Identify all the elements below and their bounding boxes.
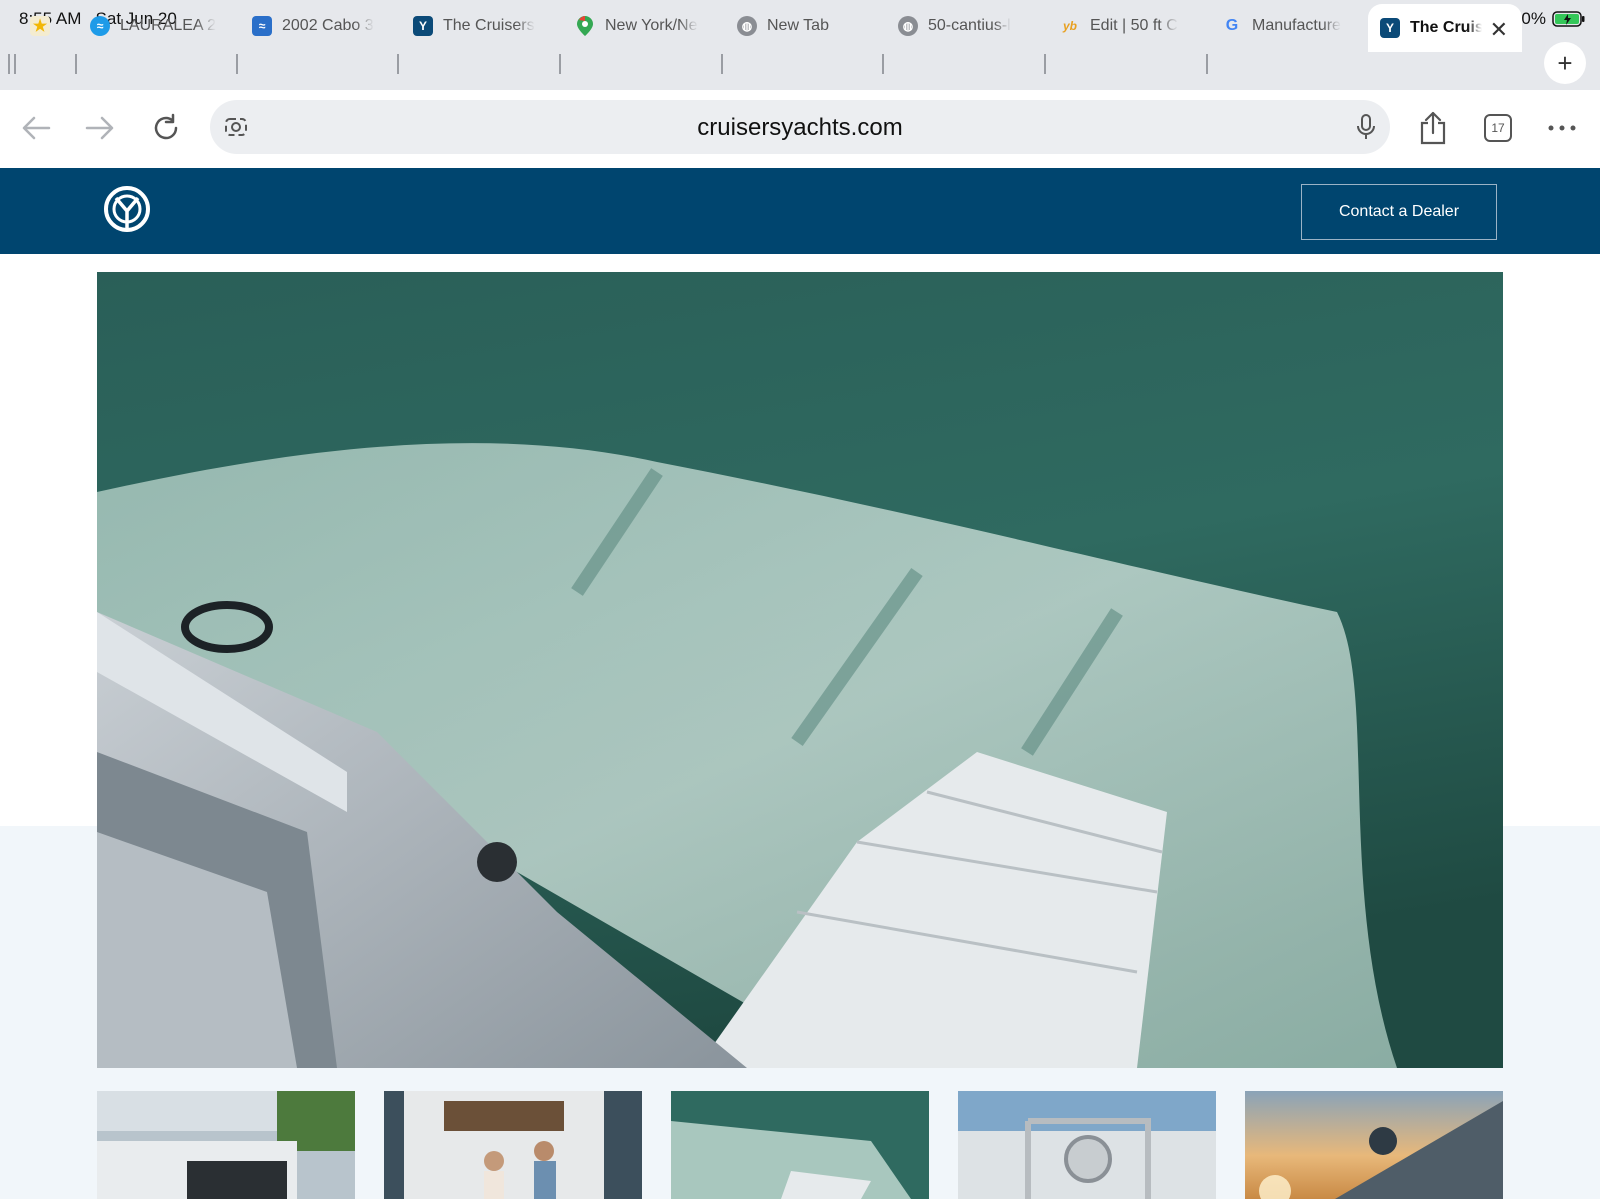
- reload-icon: [154, 113, 178, 140]
- tab-separator: [1206, 54, 1208, 74]
- tab-google[interactable]: G Manufacture: [1222, 4, 1352, 48]
- couple-on-deck-photo: [384, 1091, 642, 1199]
- forward-arrow-icon: [85, 116, 114, 140]
- tab-separator: [882, 54, 884, 74]
- boat-stern-island-photo: [97, 1091, 355, 1199]
- tab-title: New York/Ne: [605, 17, 698, 34]
- maps-pin-icon: [575, 16, 595, 36]
- tab-maps[interactable]: New York/Ne: [575, 4, 705, 48]
- swim-platform-wake-photo: [671, 1091, 929, 1199]
- globe-icon: ◍: [898, 16, 918, 36]
- tab-separator: [75, 54, 77, 74]
- forward-button[interactable]: [78, 106, 122, 150]
- browser-toolbar: cruisersyachts.com 17: [0, 90, 1600, 168]
- tab-title: New Tab: [767, 17, 829, 34]
- tab-title: The Cruisers: [443, 17, 535, 34]
- thumbnail-1[interactable]: [97, 1091, 355, 1199]
- tab-separator: [397, 54, 399, 74]
- sunset-hull-photo: [1245, 1091, 1503, 1199]
- more-menu-button[interactable]: [1540, 106, 1584, 150]
- more-dots-icon: [1548, 125, 1576, 131]
- cruisers-logo-icon: Y: [1380, 18, 1400, 38]
- tab-new-tab[interactable]: ◍ New Tab: [737, 4, 877, 48]
- reload-button[interactable]: [144, 106, 188, 150]
- bow-rail-logo-photo: [958, 1091, 1216, 1199]
- back-arrow-icon: [22, 116, 51, 140]
- share-button[interactable]: [1411, 106, 1455, 150]
- boat-swim-platform-photo: [97, 272, 1503, 1068]
- share-icon: [1420, 111, 1446, 145]
- close-tab-icon[interactable]: ✕: [1490, 17, 1508, 43]
- battery-charging-icon: [1552, 11, 1585, 27]
- google-icon: G: [1225, 17, 1239, 34]
- tab-cabo[interactable]: ≈ 2002 Cabo 3: [252, 4, 382, 48]
- thumbnail-3[interactable]: [671, 1091, 929, 1199]
- tab-cruisers[interactable]: Y The Cruisers: [413, 4, 543, 48]
- tab-title: 50-cantius-l: [928, 17, 1011, 34]
- hero-photo[interactable]: [97, 272, 1503, 1068]
- tab-title: LAURALEA 2: [120, 17, 217, 34]
- tab-separator: [1044, 54, 1046, 74]
- cruisers-logo-icon: Y: [413, 16, 433, 36]
- thumbnail-4[interactable]: [958, 1091, 1216, 1199]
- thumbnail-5[interactable]: [1245, 1091, 1503, 1199]
- tab-separator: [559, 54, 561, 74]
- tab-lauralea[interactable]: ≈ LAURALEA 2: [90, 4, 220, 48]
- thumbnail-strip: [97, 1091, 1503, 1199]
- cruisers-logo-icon[interactable]: [102, 184, 152, 234]
- globe-blue-icon: ≈: [90, 16, 110, 36]
- tab-separator: [721, 54, 723, 74]
- tab-title: Manufacture: [1252, 17, 1341, 34]
- tab-title: 2002 Cabo 3: [282, 17, 374, 34]
- globe-icon: ◍: [737, 16, 757, 36]
- back-button[interactable]: [14, 106, 58, 150]
- tab-cantius[interactable]: ◍ 50-cantius-l: [898, 4, 1028, 48]
- tab-separator: [8, 54, 10, 74]
- tab-bookmark[interactable]: ★: [30, 4, 60, 48]
- tab-separator: [14, 54, 16, 74]
- tab-title: The Cruis: [1410, 19, 1482, 36]
- star-bookmark-icon: ★: [30, 16, 50, 36]
- url-text: cruisersyachts.com: [697, 114, 903, 141]
- yb-icon: yb: [1062, 19, 1077, 33]
- tab-separator: [236, 54, 238, 74]
- tab-active-cruisers[interactable]: Y The Cruis ✕: [1368, 4, 1522, 52]
- contact-dealer-button[interactable]: Contact a Dealer: [1301, 184, 1497, 240]
- thumbnail-2[interactable]: [384, 1091, 642, 1199]
- microphone-icon[interactable]: [1356, 113, 1376, 146]
- site-favicon: ≈: [252, 16, 272, 36]
- site-header: Contact a Dealer: [0, 168, 1600, 254]
- tab-edit[interactable]: yb Edit | 50 ft C: [1060, 4, 1190, 48]
- tab-overview-button[interactable]: 17: [1476, 106, 1520, 150]
- tab-count-icon: 17: [1484, 114, 1512, 142]
- tab-title: Edit | 50 ft C: [1090, 17, 1178, 34]
- address-bar[interactable]: cruisersyachts.com: [210, 100, 1390, 154]
- new-tab-button[interactable]: +: [1544, 42, 1586, 84]
